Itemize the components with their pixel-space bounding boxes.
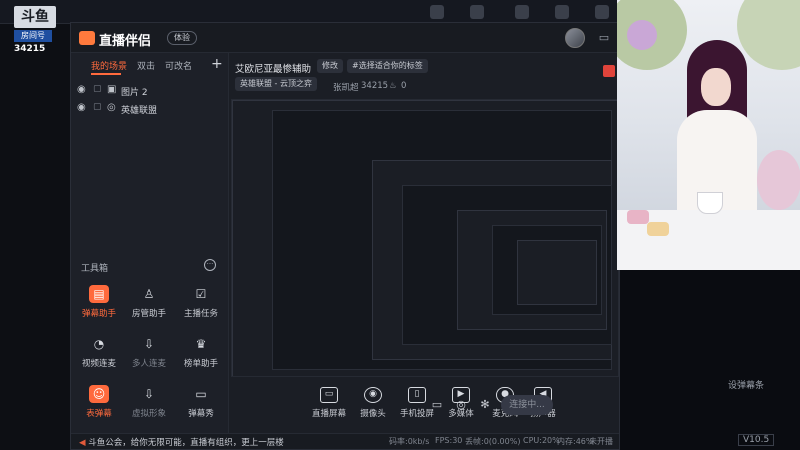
camera-icon: ◉ xyxy=(364,387,382,403)
status-bar: ◀ 斗鱼公会，给你无限可能，直播有组织，更上一层楼 码率:0kb/s FPS:3… xyxy=(71,433,619,449)
source-toolbar: ▭ 直播屏幕 ◉ 摄像头 ▯ 手机投屏 ▶ 多媒体 ● 麦克风 ◀ 扬声器 xyxy=(231,379,619,431)
bitrate: 码率:0kb/s xyxy=(389,437,430,446)
brand-logo-icon xyxy=(79,31,95,45)
live-companion-window: 直播伴侣 体验 ▭ 我的场景 双击 可改名 + ◉ ▢ ▣ 图片 2 ◉ ▢ ◎… xyxy=(70,22,620,450)
image-icon: ▣ xyxy=(107,84,117,95)
record-icon[interactable]: ▭ xyxy=(429,397,445,413)
heat-count: 0 xyxy=(401,81,407,91)
tool-emoji-danmaku[interactable]: ☺ 表弹幕 xyxy=(73,385,125,433)
fps: FPS:30 xyxy=(435,436,463,445)
tab-double-click[interactable]: 双击 xyxy=(137,59,155,72)
screen-capture-button[interactable]: ▭ 直播屏幕 xyxy=(307,387,351,419)
heat-icon: ♨ xyxy=(389,81,397,91)
tab-rename[interactable]: 可改名 xyxy=(165,59,192,72)
lock-icon[interactable]: ▢ xyxy=(93,102,102,112)
scene-tabs: 我的场景 双击 可改名 + xyxy=(71,53,229,77)
edit-title-button[interactable]: 修改 xyxy=(317,59,343,73)
video-link-icon: ◔ xyxy=(93,337,105,351)
tool-multi-link[interactable]: ⇩ 多人连麦 xyxy=(123,335,175,383)
eye-icon[interactable]: ◉ xyxy=(77,84,86,95)
preview-icon[interactable]: ◎ xyxy=(453,397,469,413)
add-scene-icon[interactable]: + xyxy=(211,56,223,72)
dropped-frames: 丢帧:0(0.00%) xyxy=(465,437,521,446)
room-id: 34215 xyxy=(361,81,389,91)
douyu-logo: 斗鱼 xyxy=(14,6,56,28)
tab-my-scenes[interactable]: 我的场景 xyxy=(91,59,127,72)
menu-icon[interactable]: ▭ xyxy=(597,31,611,45)
tool-virtual-avatar[interactable]: ⇩ 虚拟形象 xyxy=(123,385,175,433)
tag-selector[interactable]: #选择适合你的标签 xyxy=(347,59,428,73)
tool-video-link[interactable]: ◔ 视频连麦 xyxy=(73,335,125,383)
titlebar: 直播伴侣 体验 ▭ xyxy=(71,23,619,53)
game-icon xyxy=(595,5,609,19)
camera-button[interactable]: ◉ 摄像头 xyxy=(351,387,395,419)
task-icon: ☑ xyxy=(195,287,207,301)
game-icon xyxy=(555,5,569,19)
version-pill[interactable]: 体验 xyxy=(167,31,197,45)
game-icon: ◎ xyxy=(107,102,116,113)
side-tag: 设弹幕条 xyxy=(728,381,765,391)
game-icon xyxy=(470,5,484,19)
toolbox-title: 工具箱 xyxy=(81,264,109,274)
tool-danmaku-helper[interactable]: ▤ 弹幕助手 xyxy=(73,285,125,333)
teacup xyxy=(697,192,723,214)
cake xyxy=(647,222,669,236)
flower xyxy=(757,150,800,210)
webcam-overlay xyxy=(617,0,800,270)
live-status: 未开播 xyxy=(589,437,613,446)
screen-icon: ▭ xyxy=(320,387,338,403)
app-title: 直播伴侣 xyxy=(99,34,152,49)
left-panel: 我的场景 双击 可改名 + ◉ ▢ ▣ 图片 2 ◉ ▢ ◎ 英雄联盟 工具箱 … xyxy=(71,53,229,433)
cpu-usage: CPU:20% xyxy=(523,436,560,445)
room-badge: 斗鱼 房间号 34215 xyxy=(14,0,68,58)
room-label: 房间号 xyxy=(14,30,52,42)
room-number: 34215 xyxy=(14,44,46,54)
danmaku-helper-icon: ▤ xyxy=(89,285,109,303)
flower xyxy=(627,20,657,50)
version-label: V10.5 xyxy=(738,434,775,446)
tool-rank-helper[interactable]: ♛ 榜单助手 xyxy=(175,335,227,383)
lock-icon[interactable]: ▢ xyxy=(93,84,102,94)
avatar-icon: ⇩ xyxy=(143,387,155,401)
gift-icon[interactable] xyxy=(603,65,615,77)
notice-text[interactable]: ◀ 斗鱼公会，给你无限可能，直播有组织，更上一层楼 xyxy=(79,436,284,448)
multi-link-icon: ⇩ xyxy=(143,337,155,351)
active-tab-indicator xyxy=(91,73,121,75)
person-face xyxy=(701,68,731,106)
game-icon xyxy=(430,5,444,19)
tool-danmaku-show[interactable]: ▭ 弹幕秀 xyxy=(175,385,227,433)
tool-room-admin[interactable]: ♙ 房管助手 xyxy=(123,285,175,333)
scene-label: 英雄联盟 xyxy=(121,106,158,116)
foliage xyxy=(737,0,800,70)
phone-cast-icon: ▯ xyxy=(408,387,426,403)
nested-preview-frame xyxy=(517,240,597,305)
scene-label: 图片 2 xyxy=(121,88,148,98)
scene-item[interactable]: ◉ ▢ ◎ 英雄联盟 xyxy=(71,99,229,117)
game-icon xyxy=(515,5,529,19)
user-avatar[interactable] xyxy=(565,28,585,48)
scene-item[interactable]: ◉ ▢ ▣ 图片 2 xyxy=(71,81,229,99)
cake xyxy=(627,210,649,224)
room-title: 艾欧尼亚最惨辅助 xyxy=(235,64,312,75)
memory-usage: 内存:46% xyxy=(557,437,594,446)
more-icon[interactable]: ··· xyxy=(204,259,216,271)
room-admin-icon: ♙ xyxy=(143,287,155,301)
danmaku-show-icon: ▭ xyxy=(195,387,207,401)
start-live-button[interactable]: 连接中... xyxy=(501,395,553,415)
settings-icon[interactable]: ✻ xyxy=(477,397,493,413)
category-selector[interactable]: 英雄联盟 - 云顶之弈 xyxy=(235,77,317,91)
speaker-icon: ◀ xyxy=(79,438,89,448)
eye-icon[interactable]: ◉ xyxy=(77,102,86,113)
tool-anchor-task[interactable]: ☑ 主播任务 xyxy=(175,285,227,333)
stream-preview[interactable] xyxy=(231,99,619,377)
owner-name: 张凯超 xyxy=(333,83,359,93)
rank-icon: ♛ xyxy=(195,337,207,351)
background-game-area: 设弹幕条 V10.5 xyxy=(618,270,800,450)
emoji-danmaku-icon: ☺ xyxy=(89,385,109,403)
